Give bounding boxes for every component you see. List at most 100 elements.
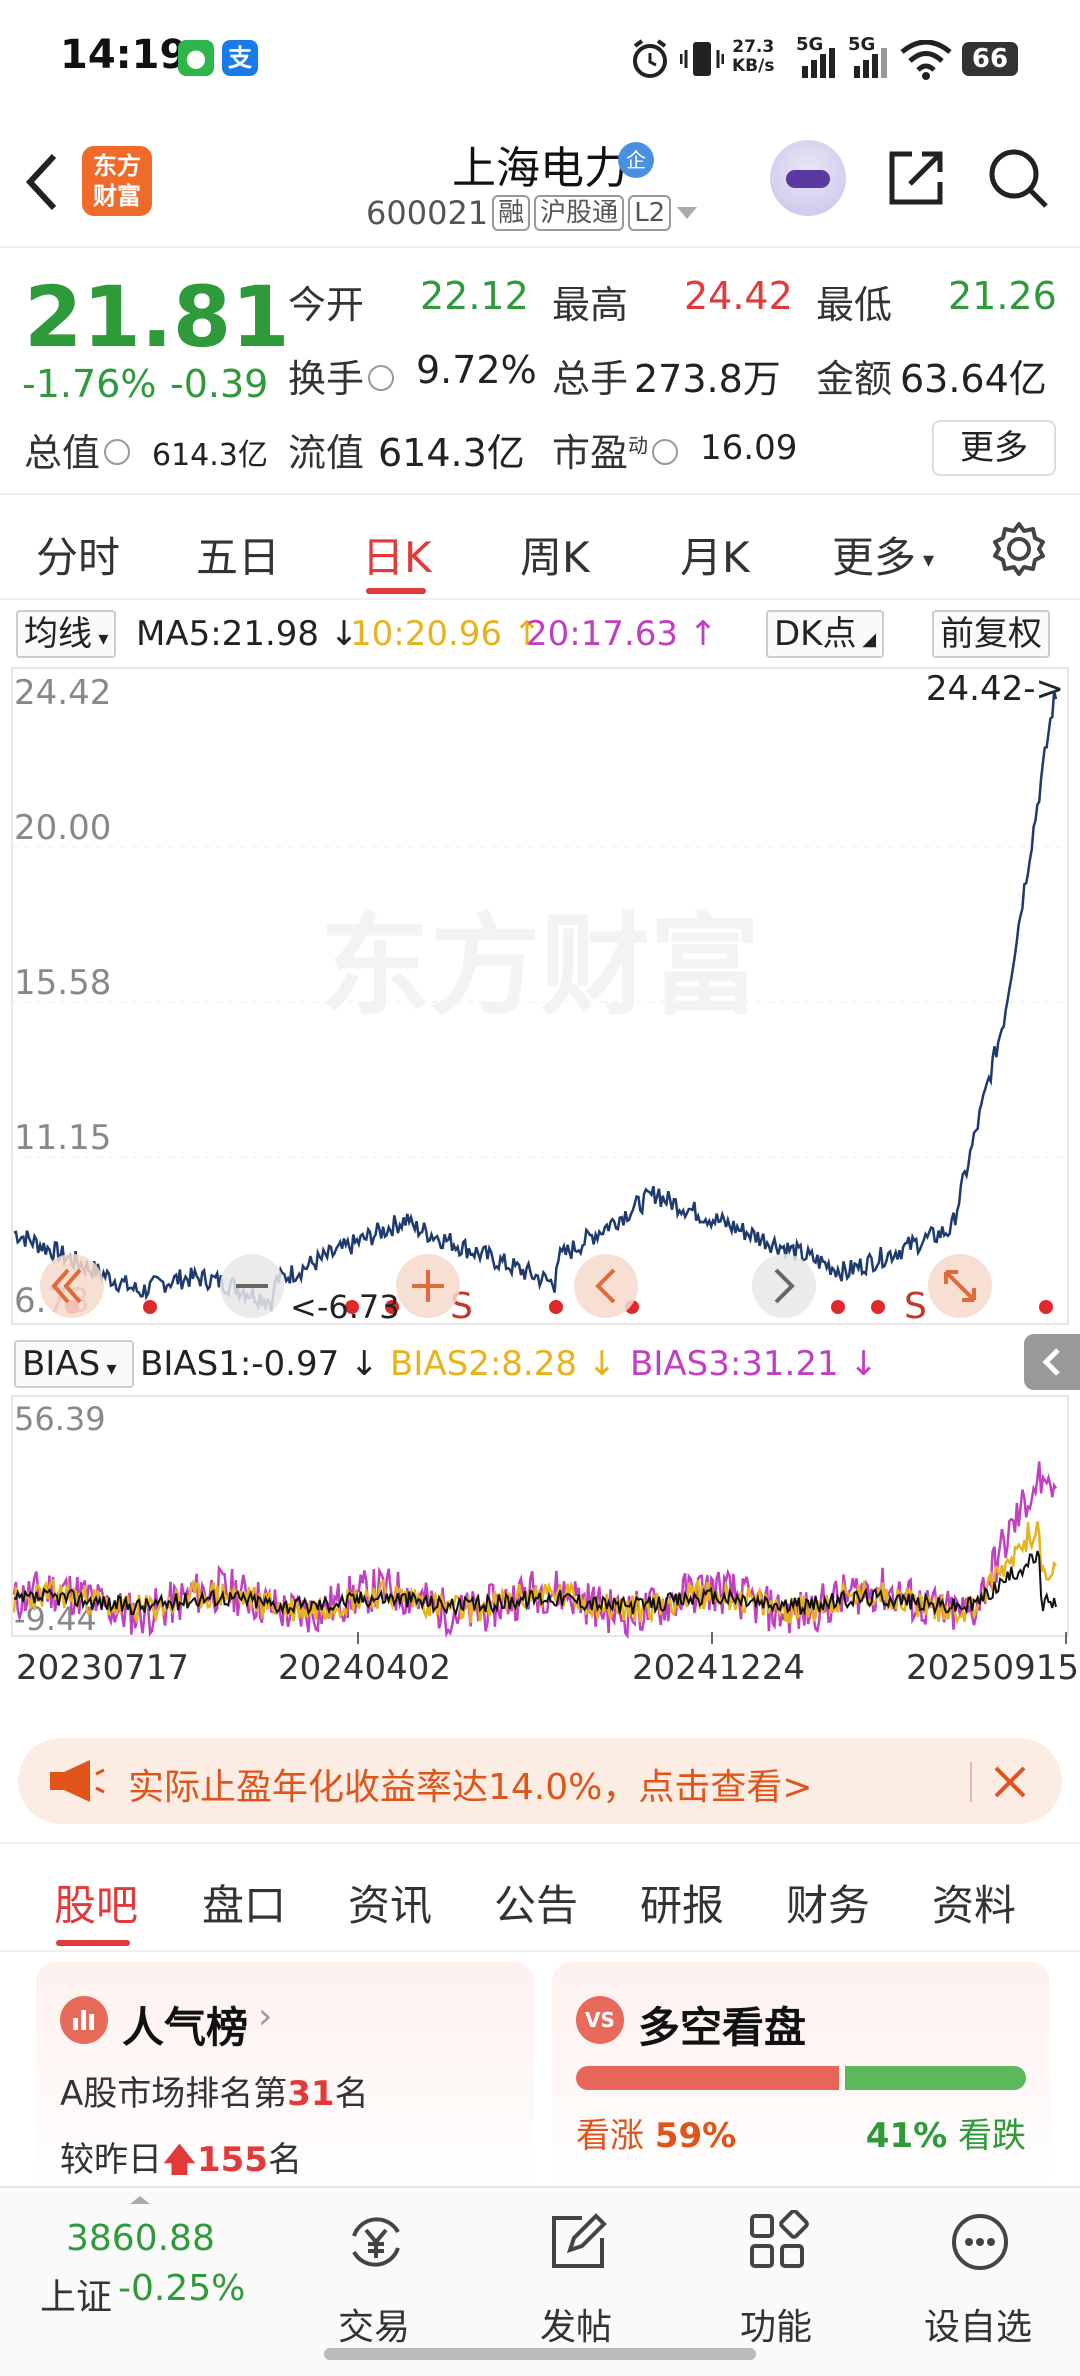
tab-announcements[interactable]: 公告 — [494, 1872, 578, 1933]
ma10-label: 10:20.96 ↑ — [350, 614, 542, 654]
nav-trade[interactable]: 交易 — [314, 2188, 434, 2348]
stock-code: 600021 — [366, 194, 489, 232]
collapse-panel-button[interactable] — [1024, 1334, 1080, 1390]
ai-assistant-avatar[interactable] — [770, 140, 846, 216]
tab-financials[interactable]: 财务 — [786, 1872, 870, 1933]
megaphone-icon — [50, 1760, 105, 1802]
section-tabs: 股吧 盘口 资讯 公告 研报 财务 资料 — [0, 1842, 1080, 1952]
pe-value: 16.09 — [700, 428, 798, 468]
mktcap-value: 614.3亿 — [152, 438, 268, 473]
turnover-label: 换手 — [288, 348, 398, 403]
index-name: 上证 — [40, 2277, 113, 2318]
tab-news[interactable]: 资讯 — [348, 1872, 432, 1933]
pe-label: 市盈动 — [552, 422, 682, 477]
nav-add-watchlist[interactable]: 设自选 — [918, 2188, 1038, 2348]
enterprise-badge: 企 — [618, 142, 654, 178]
kline-chart[interactable]: 东方财富 24.4220.0015.5811.156.73 24.42-> <-… — [0, 664, 1080, 1334]
tab-monthly-k[interactable]: 月K — [680, 524, 750, 585]
bear-text: 41% 看跌 — [865, 2116, 1026, 2156]
index-change: -0.25% — [118, 2268, 246, 2309]
max-price-marker: 24.42-> — [926, 669, 1064, 709]
nav-post[interactable]: 发帖 — [516, 2188, 636, 2348]
ma-selector[interactable]: 均线 ▾ — [16, 610, 117, 658]
watermark: 东方财富 — [320, 902, 760, 1030]
tab-more[interactable]: 更多 ▾ — [832, 524, 934, 585]
x-date-label: 20240402 — [278, 1648, 452, 1688]
indicator-selector[interactable]: BIAS ▾ — [14, 1340, 134, 1388]
low-value: 21.26 — [948, 274, 1057, 318]
x-date-label: 20230717 — [16, 1648, 190, 1688]
high-value: 24.42 — [684, 274, 793, 318]
current-price: 21.81 — [24, 268, 290, 366]
sentiment-bar — [576, 2066, 1026, 2090]
info-icon[interactable] — [652, 438, 679, 465]
banner-text: 实际止盈年化收益率达14.0%，点击查看> — [128, 1767, 813, 1808]
kline-y-axis: 24.4220.0015.5811.156.73 — [14, 673, 111, 1321]
settings-gear-icon[interactable] — [990, 520, 1048, 578]
tab-five-day[interactable]: 五日 — [196, 524, 280, 585]
more-button[interactable]: 更多 — [932, 420, 1056, 476]
index-value: 3860.88 — [66, 2218, 215, 2259]
card-title: 多空看盘 — [638, 2003, 807, 2052]
stock-meta[interactable]: 600021 融 沪股通 L2 — [366, 194, 699, 232]
zoom-in-button[interactable] — [396, 1254, 460, 1318]
vibrate-icon — [680, 42, 724, 76]
card-title: 人气榜 — [122, 2003, 249, 2052]
fullscreen-button[interactable] — [928, 1254, 992, 1318]
bias3-label: BIAS3:31.21 ↓ — [630, 1344, 878, 1384]
nav-functions[interactable]: 功能 — [716, 2188, 836, 2348]
sentiment-card[interactable]: VS 多空看盘 看涨 59% 41% 看跌 — [552, 1962, 1050, 2192]
tab-research[interactable]: 研报 — [640, 1872, 724, 1933]
close-icon[interactable] — [990, 1762, 1030, 1802]
bottom-nav: 3860.88 上证 -0.25% 交易 发帖 功能 设自选 — [0, 2186, 1080, 2376]
tab-orderbook[interactable]: 盘口 — [202, 1872, 286, 1933]
arrow-up-icon: 🡅 — [162, 2140, 197, 2180]
caret-up-icon — [130, 2196, 150, 2204]
divider — [970, 1762, 972, 1802]
change-amount: -0.39 — [170, 362, 269, 406]
zoom-out-button[interactable] — [220, 1254, 284, 1318]
active-tab-indicator — [366, 588, 426, 594]
amount-value: 63.64亿 — [900, 357, 1047, 401]
tab-weekly-k[interactable]: 周K — [520, 524, 590, 585]
ma20-label: 20:17.63 ↑ — [526, 614, 718, 654]
share-icon[interactable] — [884, 146, 948, 210]
chevron-right-icon: › — [258, 1996, 273, 2037]
rewind-button[interactable] — [40, 1254, 104, 1318]
amount-label: 金额 — [816, 357, 893, 401]
tab-profile[interactable]: 资料 — [932, 1872, 1016, 1933]
battery-indicator: 66 — [962, 42, 1018, 76]
info-icon[interactable] — [104, 438, 131, 465]
margin-tag: 融 — [492, 195, 531, 231]
signal-dot — [1039, 1300, 1053, 1314]
adjust-mode-button[interactable]: 前复权 — [932, 610, 1050, 658]
dk-point-button[interactable]: DK点 ◢ — [766, 610, 885, 658]
home-indicator[interactable] — [324, 2348, 756, 2360]
tab-forum[interactable]: 股吧 — [54, 1872, 138, 1933]
float-label: 流值 — [288, 431, 365, 475]
bear-bar — [844, 2066, 1026, 2090]
tab-intraday[interactable]: 分时 — [36, 524, 120, 585]
open-value: 22.12 — [420, 274, 529, 318]
bull-text: 看涨 59% — [576, 2116, 737, 2156]
ma5-label: MA5:21.98 ↓ — [136, 614, 359, 654]
popularity-card[interactable]: 人气榜 › A股市场排名第31名 较昨日🡅155名 — [36, 1962, 534, 2192]
scroll-right-button[interactable] — [752, 1254, 816, 1318]
period-tabs: 分时 五日 日K 周K 月K 更多 ▾ — [0, 500, 1080, 600]
connect-tag: 沪股通 — [534, 195, 625, 231]
bias-chart[interactable]: 56.39 -9.44 — [0, 1392, 1080, 1642]
y-tick-label: 24.42 — [14, 673, 111, 713]
info-icon[interactable] — [368, 364, 395, 391]
vs-icon: VS — [576, 1996, 624, 2044]
tab-daily-k[interactable]: 日K — [362, 524, 432, 585]
sell-signal-label: S — [904, 1286, 927, 1327]
bias2-line — [12, 1521, 1057, 1626]
promo-banner[interactable]: 实际止盈年化收益率达14.0%，点击查看> — [18, 1738, 1062, 1824]
ma-legend-row: 均线 ▾ MA5:21.98 ↓ 10:20.96 ↑ 20:17.63 ↑ D… — [0, 604, 1080, 664]
search-icon[interactable] — [986, 146, 1050, 210]
caret-down-icon — [677, 207, 698, 219]
net-speed: 27.3 KB/s — [732, 37, 775, 76]
alipay-icon: 支 — [222, 40, 258, 76]
scroll-left-button[interactable] — [574, 1254, 638, 1318]
signal-dot — [831, 1300, 845, 1314]
